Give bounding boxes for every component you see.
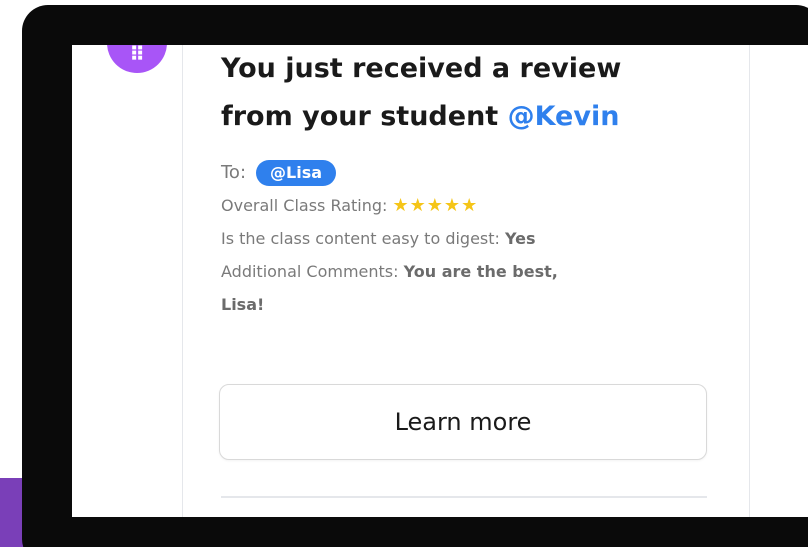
- comments-label: Additional Comments:: [221, 262, 399, 281]
- recipient-mention-pill[interactable]: @Lisa: [256, 160, 337, 186]
- divider: [221, 496, 707, 498]
- review-details: To: @Lisa Overall Class Rating: ★★★★★ Is …: [221, 156, 731, 321]
- comments-continuation-row: Lisa!: [221, 288, 731, 321]
- device-frame: ⠿ You just received a review from your s…: [22, 5, 808, 547]
- notification-title: You just received a review from your stu…: [221, 45, 721, 141]
- title-line-1: You just received a review: [221, 53, 622, 84]
- digest-row: Is the class content easy to digest: Yes: [221, 222, 731, 255]
- list-icon: ⠿: [107, 45, 167, 73]
- student-mention-link[interactable]: @Kevin: [508, 101, 620, 132]
- device-screen: ⠿ You just received a review from your s…: [72, 45, 808, 517]
- notification-card: You just received a review from your stu…: [182, 45, 750, 517]
- comments-value-line-2: Lisa!: [221, 295, 265, 314]
- learn-more-button[interactable]: Learn more: [219, 384, 707, 460]
- star-rating-icon: ★★★★★: [392, 195, 479, 216]
- rating-row: Overall Class Rating: ★★★★★: [221, 189, 731, 222]
- comments-row: Additional Comments: You are the best,: [221, 255, 731, 288]
- recipient-row: To: @Lisa: [221, 156, 731, 189]
- to-label: To:: [221, 162, 247, 183]
- digest-value: Yes: [505, 229, 536, 248]
- rating-label: Overall Class Rating:: [221, 196, 388, 215]
- stage: ⠿ You just received a review from your s…: [0, 0, 808, 547]
- title-line-2-prefix: from your student: [221, 101, 508, 132]
- digest-label: Is the class content easy to digest:: [221, 229, 500, 248]
- comments-value-line-1: You are the best,: [403, 262, 558, 281]
